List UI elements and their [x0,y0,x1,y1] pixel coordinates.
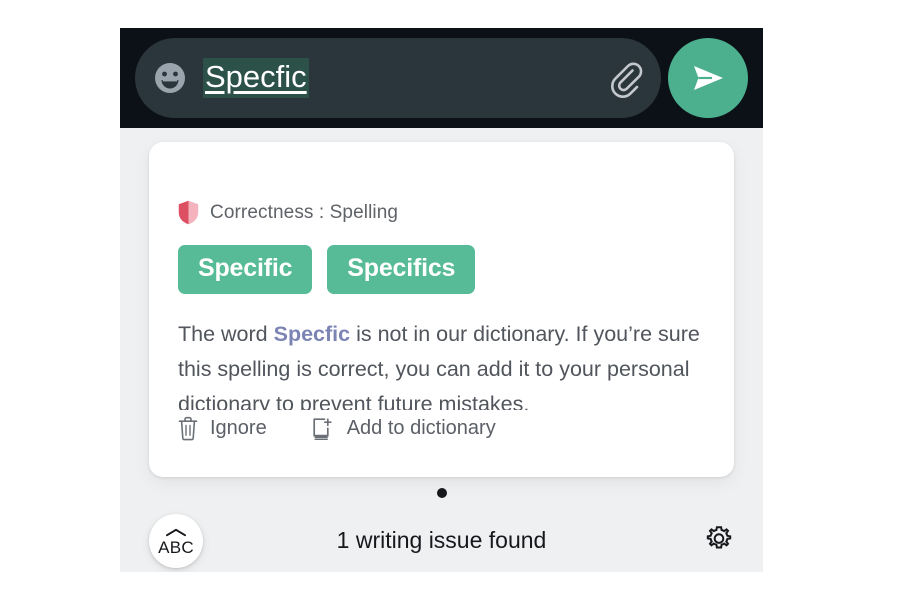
explanation-prefix: The word [178,322,274,346]
add-to-dictionary-button[interactable]: Add to dictionary [311,416,496,441]
trash-icon [178,416,198,441]
send-button[interactable] [668,38,748,118]
suggestion-chips: Specific Specifics [178,245,490,294]
smiley-face-icon[interactable] [153,61,187,95]
suggestion-chip-1[interactable]: Specific [178,245,313,294]
add-to-dictionary-icon [311,416,335,441]
paperclip-icon[interactable] [607,58,643,98]
message-input-field[interactable]: Specfic [135,38,661,118]
ignore-label: Ignore [210,417,267,439]
grammar-assistant-panel: Specfic Correctness: Spelling Specific … [120,28,763,572]
chat-composer-bar: Specfic [120,28,763,128]
ignore-button[interactable]: Ignore [178,416,267,441]
suggestion-card: Correctness : Spelling Specific Specific… [149,142,734,477]
writing-issue-status: 1 writing issue found [336,526,547,553]
message-input-text-wrap[interactable]: Specfic [203,58,601,98]
page-dot-active[interactable] [436,488,447,498]
add-to-dictionary-label: Add to dictionary [346,417,496,439]
shield-icon [178,200,199,225]
keyboard-toggle-button[interactable]: ABC [149,514,203,568]
suggestion-chip-2[interactable]: Specifics [327,245,476,294]
send-paper-plane-icon [688,58,728,98]
keyboard-toggle-label: ABC [158,538,194,557]
gear-icon [702,524,736,558]
screen: Specfic Correctness: Spelling Specific … [0,0,918,602]
card-actions: Ignore Add to dictionary [178,416,540,441]
card-header: Correctness : Spelling [178,200,398,225]
composer-row: Specfic [135,38,748,118]
settings-button[interactable] [700,522,738,560]
message-input-value[interactable]: Specfic [203,58,309,98]
page-indicator [120,488,763,498]
card-category-label: Correctness : Spelling [210,201,399,223]
bottom-bar: 1 writing issue found ABC [120,508,763,572]
explanation-text: The word Specfic is not in our dictionar… [178,317,718,410]
flagged-word: Specfic [273,322,351,346]
